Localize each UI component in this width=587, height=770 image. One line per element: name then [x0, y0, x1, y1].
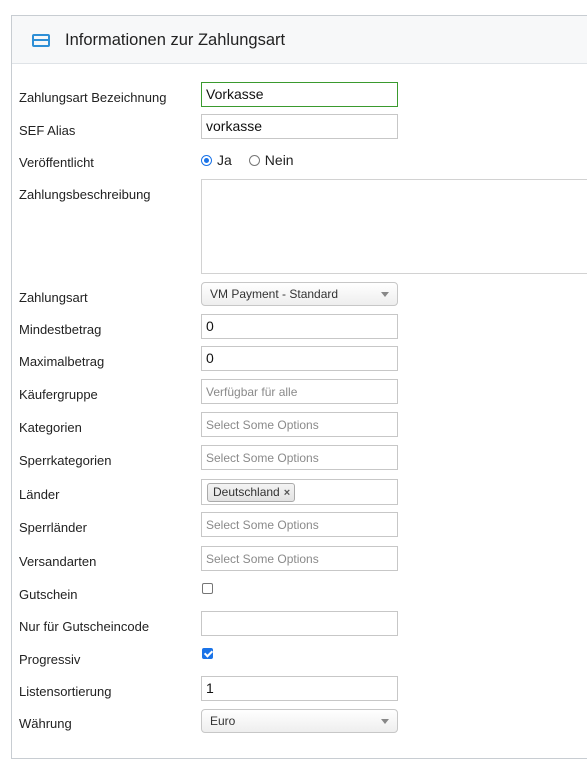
credit-card-icon — [32, 34, 50, 47]
published-no-label[interactable]: Nein — [265, 152, 294, 168]
coupon-code-only-label: Nur für Gutscheincode — [19, 619, 150, 634]
description-label: Zahlungsbeschreibung — [19, 187, 151, 202]
countries-multiselect[interactable]: Deutschland × — [201, 479, 398, 505]
chevron-down-icon — [381, 719, 389, 724]
close-icon[interactable]: × — [284, 487, 290, 499]
blocked-categories-placeholder: Select Some Options — [206, 451, 319, 465]
currency-value: Euro — [210, 714, 236, 728]
sef-alias-input[interactable]: vorkasse — [201, 114, 398, 139]
blocked-countries-label: Sperrländer — [19, 520, 87, 535]
ordering-label: Listensortierung — [19, 684, 112, 699]
published-no-radio[interactable] — [248, 154, 260, 166]
shipment-methods-placeholder: Select Some Options — [206, 552, 319, 566]
payment-method-select[interactable]: VM Payment - Standard — [201, 282, 398, 306]
published-yes-label[interactable]: Ja — [217, 152, 232, 168]
panel-title: Informationen zur Zahlungsart — [65, 31, 286, 49]
progressive-label: Progressiv — [19, 652, 81, 667]
coupon-checkbox[interactable] — [202, 583, 213, 594]
countries-label: Länder — [19, 487, 60, 502]
blocked-categories-label: Sperrkategorien — [19, 453, 112, 468]
panel-header: Informationen zur Zahlungsart — [12, 16, 587, 64]
coupon-label: Gutschein — [19, 587, 78, 602]
progressive-checkbox[interactable] — [202, 648, 213, 659]
payment-method-value: VM Payment - Standard — [210, 287, 339, 301]
description-textarea[interactable] — [201, 179, 587, 274]
payment-name-input[interactable]: Vorkasse — [201, 82, 398, 107]
chevron-down-icon — [381, 292, 389, 297]
sef-alias-label: SEF Alias — [19, 123, 76, 138]
blocked-categories-multiselect[interactable]: Select Some Options — [201, 445, 398, 470]
max-amount-label: Maximalbetrag — [19, 354, 105, 369]
payment-method-label: Zahlungsart — [19, 290, 88, 305]
shopper-group-multiselect[interactable]: Verfügbar für alle — [201, 379, 398, 404]
shopper-group-placeholder: Verfügbar für alle — [206, 385, 298, 399]
currency-label: Währung — [19, 716, 72, 731]
categories-label: Kategorien — [19, 420, 82, 435]
shopper-group-label: Käufergruppe — [19, 387, 98, 402]
shipment-methods-label: Versandarten — [19, 554, 97, 569]
country-chip-label: Deutschland — [213, 485, 280, 499]
shipment-methods-multiselect[interactable]: Select Some Options — [201, 546, 398, 571]
min-amount-input[interactable]: 0 — [201, 314, 398, 339]
max-amount-input[interactable]: 0 — [201, 346, 398, 371]
blocked-countries-multiselect[interactable]: Select Some Options — [201, 512, 398, 537]
payment-name-label: Zahlungsart Bezeichnung — [19, 90, 167, 105]
published-label: Veröffentlicht — [19, 155, 94, 170]
min-amount-label: Mindestbetrag — [19, 322, 102, 337]
categories-placeholder: Select Some Options — [206, 418, 319, 432]
published-radio-group: Ja Nein — [201, 151, 311, 168]
ordering-input[interactable]: 1 — [201, 676, 398, 701]
currency-select[interactable]: Euro — [201, 709, 398, 733]
published-yes-radio[interactable] — [201, 154, 212, 166]
country-chip-deutschland: Deutschland × — [207, 483, 296, 502]
blocked-countries-placeholder: Select Some Options — [206, 518, 319, 532]
categories-multiselect[interactable]: Select Some Options — [201, 412, 398, 437]
coupon-code-only-input[interactable] — [201, 611, 398, 636]
